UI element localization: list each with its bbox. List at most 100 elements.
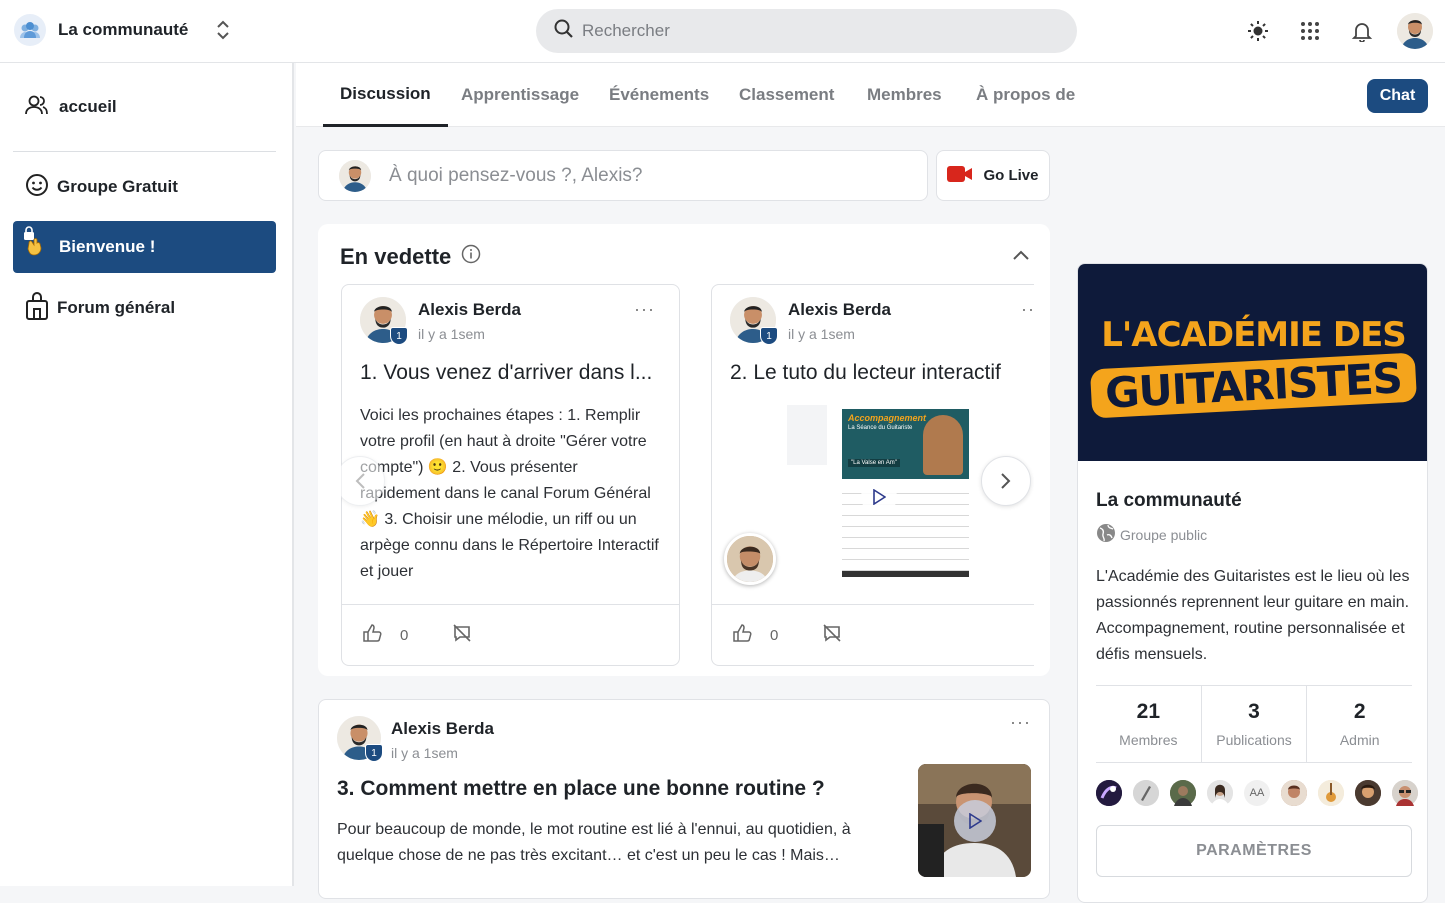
sidebar: accueil Groupe Gratuit Bienvenue ! Forum…: [0, 63, 294, 886]
member-avatar[interactable]: [1133, 780, 1159, 806]
sidebar-divider: [13, 151, 276, 152]
composer-avatar: [339, 159, 371, 192]
comments-disabled-icon: [822, 623, 842, 647]
like-icon[interactable]: [732, 623, 752, 647]
lock-icon: [25, 291, 49, 326]
level-badge: 1: [760, 327, 778, 345]
post-title[interactable]: 3. Comment mettre en place une bonne rou…: [337, 777, 825, 801]
settings-button[interactable]: PARAMÈTRES: [1096, 825, 1412, 877]
stat-value: 3: [1248, 700, 1260, 723]
stat-label: Publications: [1216, 732, 1292, 748]
like-count: 0: [400, 626, 409, 644]
video-cover-subtitle: La Séance du Guitariste: [848, 425, 913, 431]
featured-carousel: 1 Alexis Berda il y a 1sem ··· 1. Vous v…: [341, 284, 1034, 666]
go-live-button[interactable]: Go Live: [936, 150, 1050, 201]
featured-title: En vedette: [340, 244, 452, 269]
user-icon: [25, 94, 49, 121]
post-time: il y a 1sem: [418, 326, 485, 342]
sidebar-item-bienvenue[interactable]: Bienvenue !: [13, 221, 276, 273]
member-avatar[interactable]: [1170, 780, 1196, 806]
featured-section: En vedette 1 Alexis Berda il y a 1sem ··…: [318, 224, 1050, 676]
card-body: Voici les prochaines étapes : 1. Remplir…: [360, 407, 659, 580]
sidebar-item-groupe-gratuit[interactable]: Groupe Gratuit: [13, 161, 276, 213]
play-icon[interactable]: [954, 800, 996, 842]
tab-discussion[interactable]: Discussion: [323, 63, 448, 127]
member-avatar-initials[interactable]: AA: [1244, 780, 1270, 806]
post-card[interactable]: 1 Alexis Berda il y a 1sem ··· 3. Commen…: [318, 699, 1050, 899]
member-avatar[interactable]: [1392, 780, 1418, 806]
stat-members[interactable]: 21 Membres: [1096, 686, 1202, 762]
go-live-label: Go Live: [983, 167, 1039, 184]
community-stats: 21 Membres 3 Publications 2 Admin: [1096, 685, 1412, 763]
level-badge: 1: [390, 327, 408, 345]
chevron-up-icon[interactable]: [1012, 248, 1030, 266]
composer-placeholder: À quoi pensez-vous ?, Alexis?: [389, 164, 643, 186]
author-name[interactable]: Alexis Berda: [418, 300, 521, 320]
member-avatar[interactable]: [1207, 780, 1233, 806]
post-video-thumbnail[interactable]: [918, 764, 1031, 877]
member-avatar[interactable]: [1281, 780, 1307, 806]
community-type-label: Groupe public: [1120, 526, 1208, 543]
carousel-next-button[interactable]: [981, 456, 1031, 506]
more-options-icon[interactable]: ···: [1010, 712, 1031, 733]
tab-classement[interactable]: Classement: [739, 63, 834, 127]
author-name[interactable]: Alexis Berda: [788, 300, 891, 320]
like-count: 0: [770, 626, 779, 644]
community-info-card: L'ACADÉMIE DES GUITARISTES La communauté…: [1077, 263, 1428, 903]
post-time: il y a 1sem: [788, 326, 855, 342]
user-avatar[interactable]: [1397, 13, 1433, 49]
community-logo: [14, 14, 46, 46]
playlist-preview: [787, 405, 827, 465]
level-badge: 1: [365, 744, 383, 762]
post-composer[interactable]: À quoi pensez-vous ?, Alexis?: [318, 150, 928, 201]
tab-bar: Discussion Apprentissage Événements Clas…: [296, 63, 1445, 127]
author-avatar: 1: [337, 716, 383, 762]
tab-evenements[interactable]: Événements: [609, 63, 709, 127]
video-cover-title: Accompagnement: [848, 413, 927, 423]
sidebar-item-accueil[interactable]: accueil: [13, 81, 276, 133]
search-input[interactable]: [582, 21, 1042, 41]
video-cover-caption: "La Valse en Am": [848, 459, 900, 467]
more-options-icon[interactable]: ···: [1021, 299, 1034, 320]
community-switcher[interactable]: La communauté: [14, 14, 230, 46]
tab-membres[interactable]: Membres: [867, 63, 942, 127]
search-bar[interactable]: [536, 9, 1077, 53]
author-name[interactable]: Alexis Berda: [391, 719, 494, 739]
comments-disabled-icon: [452, 623, 472, 647]
sidebar-item-label: Bienvenue !: [59, 237, 156, 256]
post-time: il y a 1sem: [391, 745, 458, 761]
wave-hand-icon: [24, 226, 51, 262]
stat-value: 21: [1136, 700, 1161, 723]
like-icon[interactable]: [362, 623, 382, 647]
member-avatar[interactable]: [1355, 780, 1381, 806]
tab-a-propos[interactable]: À propos de: [976, 63, 1075, 127]
video-thumbnail[interactable]: Accompagnement La Séance du Guitariste "…: [787, 403, 977, 583]
apps-grid-icon[interactable]: [1293, 14, 1327, 48]
play-icon[interactable]: [861, 479, 897, 515]
banner-line-1: L'ACADÉMIE DES: [1101, 315, 1407, 355]
bell-icon[interactable]: [1345, 14, 1379, 48]
stat-value: 2: [1353, 700, 1366, 723]
sidebar-item-label: Groupe Gratuit: [57, 177, 178, 196]
more-options-icon[interactable]: ···: [634, 299, 655, 320]
sidebar-item-forum-general[interactable]: Forum général: [13, 282, 276, 334]
stat-publications[interactable]: 3 Publications: [1202, 686, 1308, 762]
presenter-avatar: [724, 533, 776, 585]
stat-label: Membres: [1119, 732, 1178, 748]
video-camera-icon: [947, 165, 973, 187]
member-avatar[interactable]: [1096, 780, 1122, 806]
member-avatar[interactable]: [1318, 780, 1344, 806]
theme-sun-icon[interactable]: [1241, 14, 1275, 48]
tab-apprentissage[interactable]: Apprentissage: [461, 63, 579, 127]
info-icon[interactable]: [461, 244, 481, 270]
card-title: 2. Le tuto du lecteur interactif: [730, 361, 1001, 384]
stat-label: Admin: [1339, 732, 1380, 748]
sidebar-item-label: accueil: [59, 97, 117, 116]
search-icon: [554, 19, 574, 44]
banner-line-2: GUITARISTES: [1089, 352, 1418, 419]
stat-admin[interactable]: 2 Admin: [1307, 686, 1412, 762]
smiley-icon: [25, 173, 49, 202]
author-avatar: 1: [360, 297, 408, 345]
chat-button[interactable]: Chat: [1367, 79, 1428, 113]
featured-card[interactable]: 1 Alexis Berda il y a 1sem ··· 1. Vous v…: [341, 284, 680, 666]
